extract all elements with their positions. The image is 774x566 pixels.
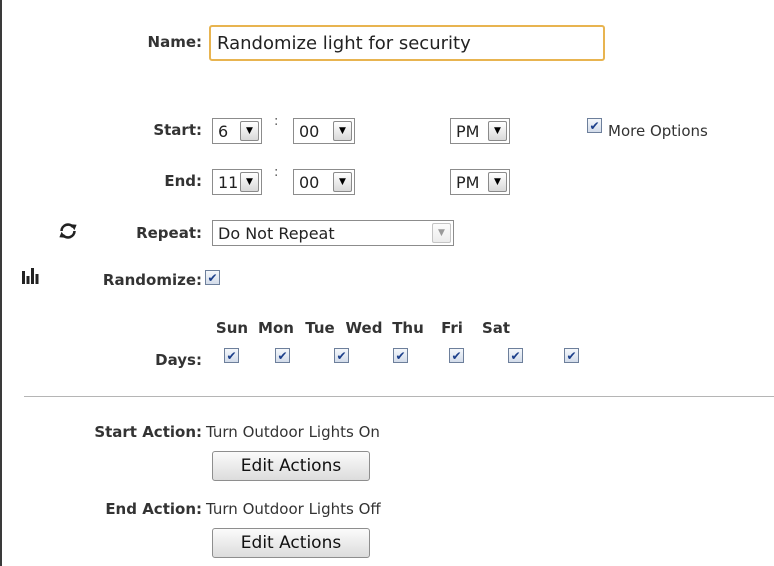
day-checkbox-sat[interactable]: ✔ xyxy=(564,348,579,363)
day-header-wed: Wed xyxy=(345,319,383,337)
chevron-down-icon[interactable]: ▼ xyxy=(240,172,259,192)
name-input[interactable] xyxy=(209,25,605,61)
day-checkbox-sun[interactable]: ✔ xyxy=(224,348,239,363)
end-label: End: xyxy=(164,172,202,190)
day-checkbox-wed[interactable]: ✔ xyxy=(393,348,408,363)
repeat-value: Do Not Repeat xyxy=(218,223,335,243)
end-hour-value: 11 xyxy=(218,172,239,192)
repeat-select[interactable]: Do Not Repeat ▼ xyxy=(212,220,454,246)
repeat-label: Repeat: xyxy=(136,224,202,242)
name-label: Name: xyxy=(147,33,202,51)
more-options-checkbox[interactable]: ✔ xyxy=(587,118,602,133)
start-edit-actions-button[interactable]: Edit Actions xyxy=(212,451,370,481)
section-divider xyxy=(24,396,774,397)
day-checkbox-thu[interactable]: ✔ xyxy=(449,348,464,363)
day-header-sun: Sun xyxy=(215,319,249,337)
end-minute-value: 00 xyxy=(299,172,320,192)
end-ampm-value: PM xyxy=(456,172,480,192)
end-hour-select[interactable]: 11 ▼ xyxy=(212,169,262,195)
end-edit-actions-button[interactable]: Edit Actions xyxy=(212,528,370,558)
chevron-down-icon[interactable]: ▼ xyxy=(488,121,507,141)
chevron-down-icon[interactable]: ▼ xyxy=(240,121,259,141)
start-ampm-value: PM xyxy=(456,121,480,141)
start-ampm-select[interactable]: PM ▼ xyxy=(450,118,510,144)
day-header-sat: Sat xyxy=(481,319,511,337)
more-options-label[interactable]: More Options xyxy=(608,122,708,140)
start-hour-select[interactable]: 6 ▼ xyxy=(212,118,262,144)
end-action-value: Turn Outdoor Lights Off xyxy=(206,500,381,518)
start-minute-select[interactable]: 00 ▼ xyxy=(293,118,355,144)
start-time-separator: : xyxy=(274,114,279,129)
chevron-down-icon[interactable]: ▼ xyxy=(333,172,352,192)
randomize-label: Randomize: xyxy=(102,271,202,289)
randomize-checkbox[interactable]: ✔ xyxy=(205,270,220,285)
left-border xyxy=(0,0,2,566)
days-label: Days: xyxy=(155,351,202,369)
day-checkbox-fri[interactable]: ✔ xyxy=(508,348,523,363)
day-checkbox-tue[interactable]: ✔ xyxy=(334,348,349,363)
chevron-down-icon[interactable]: ▼ xyxy=(488,172,507,192)
day-header-tue: Tue xyxy=(305,319,335,337)
start-hour-value: 6 xyxy=(218,121,229,141)
start-minute-value: 00 xyxy=(299,121,320,141)
end-time-separator: : xyxy=(274,165,279,180)
end-ampm-select[interactable]: PM ▼ xyxy=(450,169,510,195)
day-header-thu: Thu xyxy=(392,319,424,337)
start-action-label: Start Action: xyxy=(94,423,202,441)
bars-icon xyxy=(22,268,40,284)
chevron-down-icon[interactable]: ▼ xyxy=(432,223,451,243)
end-minute-select[interactable]: 00 ▼ xyxy=(293,169,355,195)
days-header: Sun Mon Tue Wed Thu Fri Sat xyxy=(210,319,518,337)
start-action-value: Turn Outdoor Lights On xyxy=(206,423,380,441)
end-action-label: End Action: xyxy=(105,500,202,518)
refresh-icon xyxy=(57,220,79,242)
day-header-mon: Mon xyxy=(258,319,294,337)
day-header-fri: Fri xyxy=(441,319,463,337)
start-label: Start: xyxy=(153,121,202,139)
chevron-down-icon[interactable]: ▼ xyxy=(333,121,352,141)
day-checkbox-mon[interactable]: ✔ xyxy=(275,348,290,363)
